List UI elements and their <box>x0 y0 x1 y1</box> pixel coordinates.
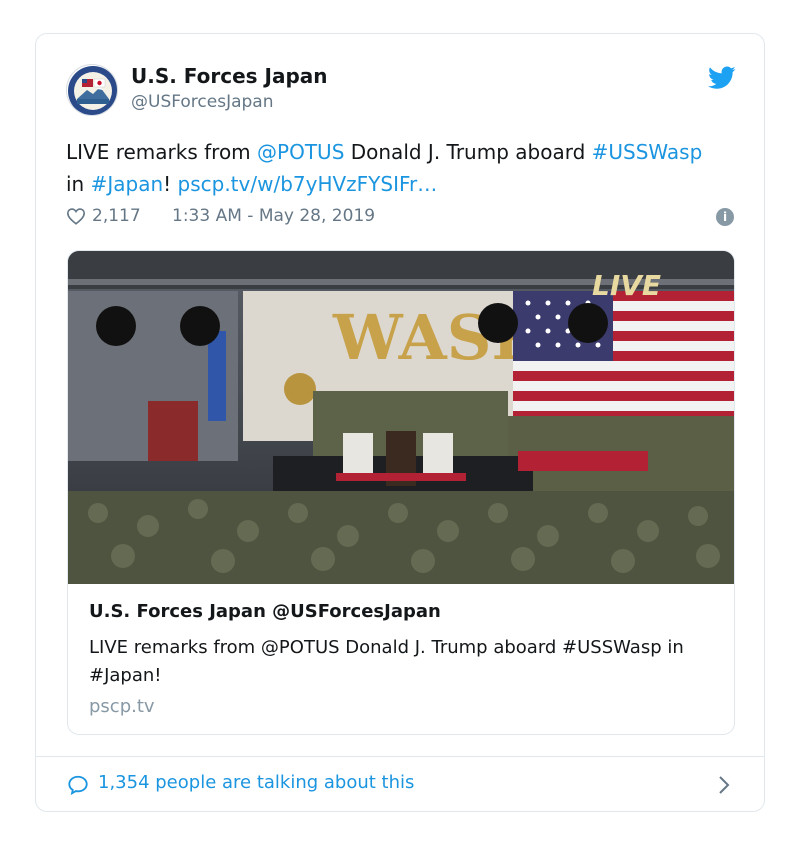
tweet-meta: 2,117 1:33 AM - May 28, 2019 i <box>66 204 734 230</box>
card-description: LIVE remarks from @POTUS Donald J. Trump… <box>89 637 684 686</box>
periscope-link[interactable]: pscp.tv/w/b7yHVzFYSIFr… <box>178 172 438 196</box>
like-button[interactable]: 2,117 <box>66 206 141 226</box>
usfj-seal-icon <box>68 66 117 115</box>
avatar[interactable] <box>66 64 118 116</box>
tweet-text-part: ! <box>163 172 178 196</box>
heart-icon <box>66 208 86 225</box>
periscope-broadcast-thumbnail: WASP LIVE <box>68 251 734 584</box>
display-name[interactable]: U.S. Forces Japan <box>131 64 328 88</box>
card-title: U.S. Forces Japan @USForcesJapan <box>89 601 441 622</box>
mention-potus-link[interactable]: @POTUS <box>257 140 344 164</box>
hashtag-japan-link[interactable]: #Japan <box>91 172 164 196</box>
tweet-text: LIVE remarks from @POTUS Donald J. Trump… <box>66 136 726 200</box>
conversation-count-link[interactable]: 1,354 people are talking about this <box>98 772 414 793</box>
timestamp[interactable]: 1:33 AM - May 28, 2019 <box>172 206 375 226</box>
handle[interactable]: @USForcesJapan <box>131 92 274 112</box>
tweet-text-part: LIVE remarks from <box>66 140 258 164</box>
live-badge: LIVE <box>592 269 661 302</box>
tweet-text-part: in <box>66 172 91 196</box>
chevron-right-icon[interactable] <box>718 775 730 795</box>
tweet-text-part: Donald J. Trump aboard <box>344 140 592 164</box>
info-icon[interactable]: i <box>716 208 734 226</box>
link-preview-card[interactable]: WASP LIVE U.S. Forces Japan @USForcesJap… <box>67 250 735 735</box>
card-domain: pscp.tv <box>89 696 155 717</box>
embedded-tweet-card: U.S. Forces Japan @USForcesJapan LIVE re… <box>35 33 765 812</box>
speech-bubble-icon <box>68 775 88 796</box>
like-count: 2,117 <box>92 206 141 226</box>
tweet-header: U.S. Forces Japan @USForcesJapan <box>66 62 736 118</box>
hashtag-usswasp-link[interactable]: #USSWasp <box>592 140 703 164</box>
conversation-footer[interactable]: 1,354 people are talking about this <box>36 756 764 812</box>
twitter-bird-icon[interactable] <box>708 66 736 90</box>
